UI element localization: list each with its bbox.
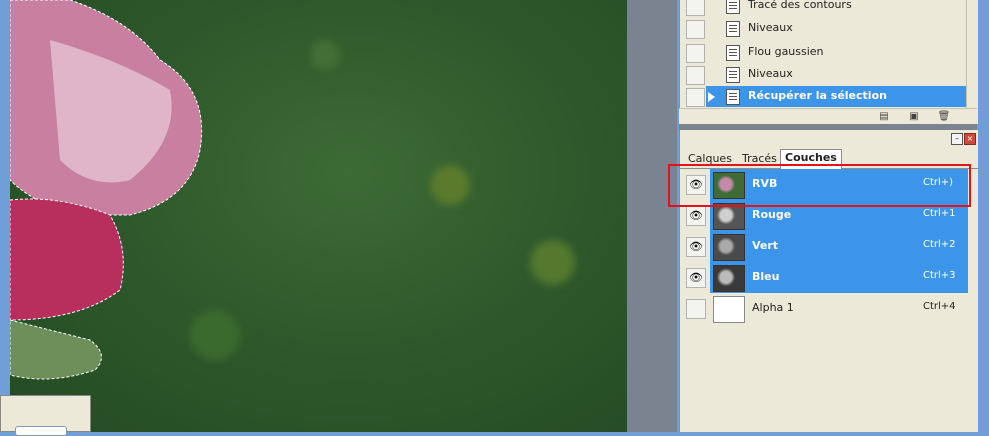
partial-dialog bbox=[0, 395, 91, 436]
image-canvas[interactable] bbox=[10, 0, 627, 432]
trash-icon[interactable]: 🗑 bbox=[937, 111, 951, 123]
history-item[interactable]: Niveaux bbox=[686, 18, 966, 39]
bokeh-spot bbox=[310, 40, 340, 70]
history-item-label: Tracé des contours bbox=[748, 0, 852, 11]
history-item[interactable]: Niveaux bbox=[686, 64, 966, 85]
history-scrollbar[interactable] bbox=[966, 0, 978, 108]
channel-row-vert[interactable]: 👁 Vert Ctrl+2 bbox=[680, 231, 970, 262]
channel-name: Alpha 1 bbox=[752, 301, 794, 314]
visibility-eye-icon[interactable]: 👁 bbox=[686, 268, 706, 288]
history-item[interactable]: Flou gaussien bbox=[686, 42, 966, 63]
desktop-edge bbox=[977, 0, 989, 432]
visibility-toggle-empty[interactable] bbox=[686, 299, 706, 319]
history-state-marker-icon bbox=[708, 92, 715, 102]
new-snapshot-icon[interactable]: ▤ bbox=[877, 111, 891, 123]
channel-thumbnail bbox=[713, 296, 745, 323]
channel-shortcut: Ctrl+4 bbox=[923, 301, 956, 312]
channel-shortcut: Ctrl+2 bbox=[923, 239, 956, 250]
channel-name: Rouge bbox=[752, 208, 792, 221]
channel-shortcut: Ctrl+1 bbox=[923, 208, 956, 219]
history-state-icon bbox=[726, 0, 740, 14]
bokeh-spot bbox=[430, 165, 470, 205]
channel-shortcut: Ctrl+3 bbox=[923, 270, 956, 281]
history-state-icon bbox=[726, 21, 740, 37]
snapshot-source-checkbox[interactable] bbox=[686, 20, 705, 39]
history-item-selected[interactable]: Récupérer la sélection bbox=[686, 86, 968, 107]
workspace-background bbox=[627, 0, 677, 432]
history-item-label: Récupérer la sélection bbox=[748, 89, 887, 102]
history-item-label: Flou gaussien bbox=[748, 45, 824, 58]
minimize-icon[interactable]: – bbox=[951, 133, 963, 145]
panel-title-bar: – × bbox=[680, 130, 978, 146]
channel-thumbnail bbox=[713, 203, 745, 230]
history-state-icon bbox=[726, 89, 740, 105]
rvb-highlight-box bbox=[668, 164, 971, 207]
history-panel: Tracé des contours Niveaux Flou gaussien… bbox=[679, 0, 978, 124]
history-item[interactable]: Tracé des contours bbox=[686, 0, 966, 16]
bokeh-spot bbox=[530, 240, 575, 285]
dialog-button[interactable] bbox=[15, 426, 67, 436]
new-document-icon[interactable]: ▣ bbox=[907, 111, 921, 123]
snapshot-source-checkbox[interactable] bbox=[686, 0, 705, 16]
history-item-label: Niveaux bbox=[748, 21, 793, 34]
channel-row-alpha-1[interactable]: Alpha 1 Ctrl+4 bbox=[680, 293, 970, 324]
channel-name: Bleu bbox=[752, 270, 780, 283]
history-state-icon bbox=[726, 45, 740, 61]
close-icon[interactable]: × bbox=[964, 133, 976, 145]
history-item-label: Niveaux bbox=[748, 67, 793, 80]
snapshot-source-checkbox[interactable] bbox=[686, 66, 705, 85]
channel-thumbnail bbox=[713, 265, 745, 292]
channel-name: Vert bbox=[752, 239, 779, 252]
history-state-icon bbox=[726, 67, 740, 83]
visibility-eye-icon[interactable]: 👁 bbox=[686, 206, 706, 226]
history-toolbar: ▤ ▣ 🗑 bbox=[679, 108, 977, 125]
channel-row-bleu[interactable]: 👁 Bleu Ctrl+3 bbox=[680, 262, 970, 293]
snapshot-source-checkbox[interactable] bbox=[686, 44, 705, 63]
channel-thumbnail bbox=[713, 234, 745, 261]
flower-selection bbox=[10, 0, 203, 380]
snapshot-source-checkbox[interactable] bbox=[686, 88, 705, 107]
visibility-eye-icon[interactable]: 👁 bbox=[686, 237, 706, 257]
